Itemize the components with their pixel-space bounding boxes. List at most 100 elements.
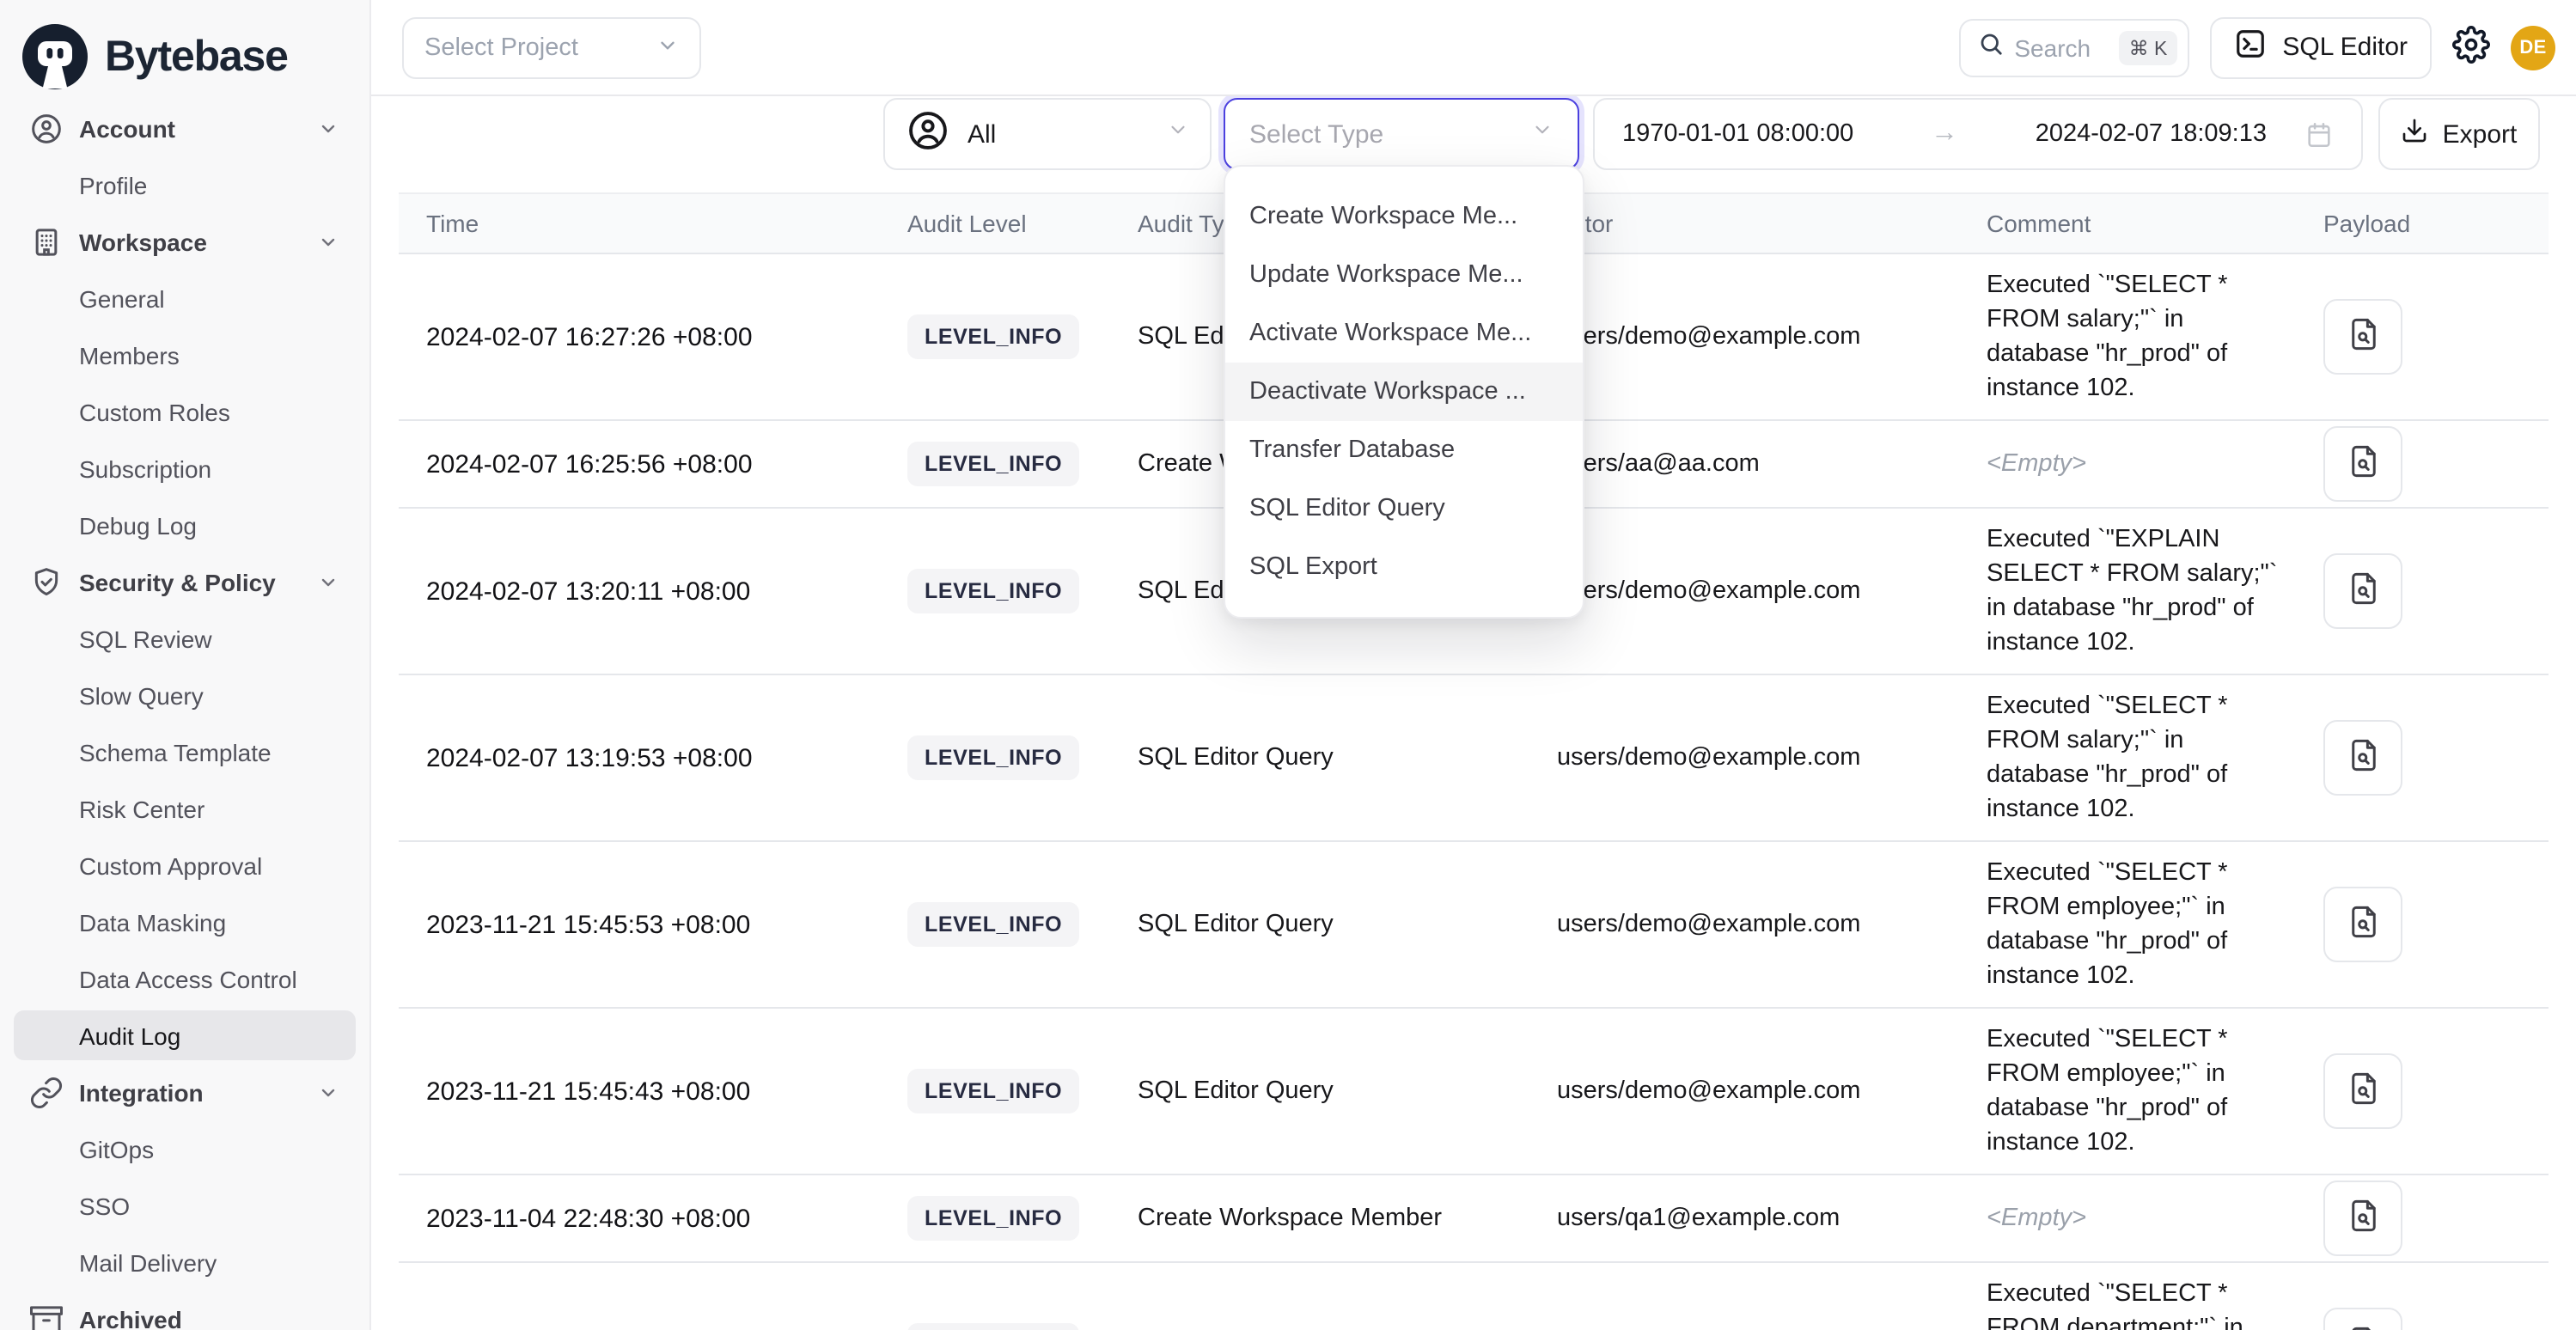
sidebar-item-profile[interactable]: Profile [14, 160, 356, 210]
sidebar-item-schema-template[interactable]: Schema Template [14, 727, 356, 777]
type-option-sql-export[interactable]: SQL Export [1225, 538, 1583, 596]
sidebar-section-integration[interactable]: Integration [14, 1067, 356, 1117]
brand-name: Bytebase [105, 32, 288, 82]
sidebar-section-archived[interactable]: Archived [14, 1294, 356, 1330]
sidebar-item-slow-query[interactable]: Slow Query [14, 670, 356, 720]
link-icon [29, 1075, 64, 1109]
sql-editor-label: SQL Editor [2282, 33, 2408, 62]
table-row: 2023-11-21 15:45:53 +08:00LEVEL_INFOSQL … [399, 842, 2549, 1009]
view-payload-button[interactable] [2323, 426, 2402, 502]
type-filter-select[interactable]: Select Type [1224, 98, 1579, 170]
cell-audit-level: LEVEL_INFO [880, 314, 1127, 359]
file-search-icon [2345, 1071, 2381, 1112]
topbar: Select Project Search ⌘ K SQL Editor [371, 0, 2576, 96]
sidebar-item-label: Debug Log [79, 513, 197, 537]
comment-text: Executed `"SELECT * FROM salary;"` in da… [1987, 689, 2282, 827]
cell-audit-type: SQL Editor Query [1127, 744, 1547, 772]
sidebar-section-label: Workspace [79, 229, 207, 253]
cell-audit-level: LEVEL_INFO [880, 1196, 1127, 1241]
cell-actor: users/demo@example.com [1547, 1077, 1973, 1105]
type-option-deactivate-workspace[interactable]: Deactivate Workspace ... [1225, 363, 1583, 421]
sidebar-item-members[interactable]: Members [14, 330, 356, 380]
search-placeholder: Search [2014, 34, 2108, 61]
view-payload-button[interactable] [2323, 1181, 2402, 1256]
avatar[interactable]: DE [2511, 25, 2555, 70]
view-payload-button[interactable] [2323, 1308, 2402, 1330]
cell-payload [2303, 1181, 2549, 1256]
export-label: Export [2443, 119, 2518, 149]
sidebar-item-label: Mail Delivery [79, 1250, 217, 1274]
column-header-actor: Actor [1547, 210, 1973, 237]
cell-actor: users/demo@example.com [1547, 577, 1973, 605]
project-select-button[interactable]: Select Project [402, 16, 701, 78]
settings-gear-button[interactable] [2452, 26, 2490, 69]
search-input[interactable]: Search ⌘ K [1959, 18, 2189, 76]
level-badge: LEVEL_INFO [907, 569, 1079, 613]
cell-audit-level: LEVEL_INFO [880, 569, 1127, 613]
type-option-sql-editor-query[interactable]: SQL Editor Query [1225, 479, 1583, 538]
cell-time: 2023-11-21 15:45:53 +08:00 [399, 910, 880, 939]
type-option-transfer-database[interactable]: Transfer Database [1225, 421, 1583, 479]
export-button[interactable]: Export [2378, 98, 2540, 170]
chevron-down-icon [318, 118, 339, 138]
comment-empty: <Empty> [1987, 1201, 2282, 1235]
cell-time: 2024-02-07 13:20:11 +08:00 [399, 577, 880, 606]
type-option-activate-workspace-me[interactable]: Activate Workspace Me... [1225, 304, 1583, 363]
sidebar-item-debug-log[interactable]: Debug Log [14, 500, 356, 550]
level-badge: LEVEL_INFO [907, 1323, 1079, 1330]
sidebar-section-workspace[interactable]: Workspace [14, 217, 356, 266]
sidebar-item-sso[interactable]: SSO [14, 1181, 356, 1230]
date-from[interactable]: 1970-01-01 08:00:00 [1622, 120, 1853, 148]
user-circle-icon [29, 111, 64, 145]
sidebar-section-label: Security & Policy [79, 570, 276, 594]
chevron-down-icon [318, 231, 339, 252]
sidebar-item-data-masking[interactable]: Data Masking [14, 897, 356, 947]
sidebar-item-sql-review[interactable]: SQL Review [14, 613, 356, 663]
column-header-audit-level: Audit Level [880, 210, 1127, 237]
level-badge: LEVEL_INFO [907, 1069, 1079, 1113]
sidebar-item-data-access-control[interactable]: Data Access Control [14, 954, 356, 1004]
sidebar-section-security-policy[interactable]: Security & Policy [14, 557, 356, 607]
calendar-icon [2304, 119, 2334, 149]
sidebar-item-label: Audit Log [79, 1023, 180, 1047]
column-header-comment: Comment [1973, 210, 2303, 237]
cell-comment: Executed `"EXPLAIN SELECT * FROM salary;… [1973, 522, 2303, 660]
chevron-down-icon [318, 1082, 339, 1102]
sidebar-item-mail-delivery[interactable]: Mail Delivery [14, 1237, 356, 1287]
search-shortcut-badge: ⌘ K [2119, 30, 2178, 64]
sidebar-section-account[interactable]: Account [14, 103, 356, 153]
view-payload-button[interactable] [2323, 887, 2402, 962]
type-option-update-workspace-me[interactable]: Update Workspace Me... [1225, 246, 1583, 304]
sidebar-item-custom-roles[interactable]: Custom Roles [14, 387, 356, 436]
cell-time: 2023-11-21 15:45:43 +08:00 [399, 1077, 880, 1106]
user-circle-icon [906, 107, 950, 161]
project-select-placeholder: Select Project [424, 34, 578, 61]
cell-payload [2303, 887, 2549, 962]
sidebar-item-label: GitOps [79, 1137, 154, 1161]
sql-editor-button[interactable]: SQL Editor [2210, 16, 2432, 78]
view-payload-button[interactable] [2323, 1053, 2402, 1129]
sidebar-item-risk-center[interactable]: Risk Center [14, 784, 356, 833]
sidebar-item-subscription[interactable]: Subscription [14, 443, 356, 493]
cell-comment: <Empty> [1973, 1201, 2303, 1235]
bytebase-logo-icon [21, 22, 89, 91]
date-to[interactable]: 2024-02-07 18:09:13 [2036, 120, 2267, 148]
level-badge: LEVEL_INFO [907, 442, 1079, 486]
sidebar-item-audit-log[interactable]: Audit Log [14, 1010, 356, 1060]
sidebar-item-custom-approval[interactable]: Custom Approval [14, 840, 356, 890]
sidebar-item-general[interactable]: General [14, 273, 356, 323]
type-option-create-workspace-me[interactable]: Create Workspace Me... [1225, 187, 1583, 246]
type-filter-dropdown: Create Workspace Me...Update Workspace M… [1224, 165, 1584, 619]
brand: Bytebase [0, 0, 369, 96]
view-payload-button[interactable] [2323, 553, 2402, 629]
date-range-picker[interactable]: 1970-01-01 08:00:00 → 2024-02-07 18:09:1… [1593, 98, 2363, 170]
view-payload-button[interactable] [2323, 299, 2402, 375]
actor-filter-select[interactable]: All [883, 98, 1212, 170]
cell-comment: Executed `"SELECT * FROM employee;"` in … [1973, 856, 2303, 993]
sidebar-item-label: Custom Approval [79, 853, 262, 877]
sidebar-item-gitops[interactable]: GitOps [14, 1124, 356, 1174]
sidebar-section-label: Integration [79, 1080, 204, 1104]
view-payload-button[interactable] [2323, 720, 2402, 796]
column-header-time: Time [399, 210, 880, 237]
download-icon [2402, 117, 2429, 151]
